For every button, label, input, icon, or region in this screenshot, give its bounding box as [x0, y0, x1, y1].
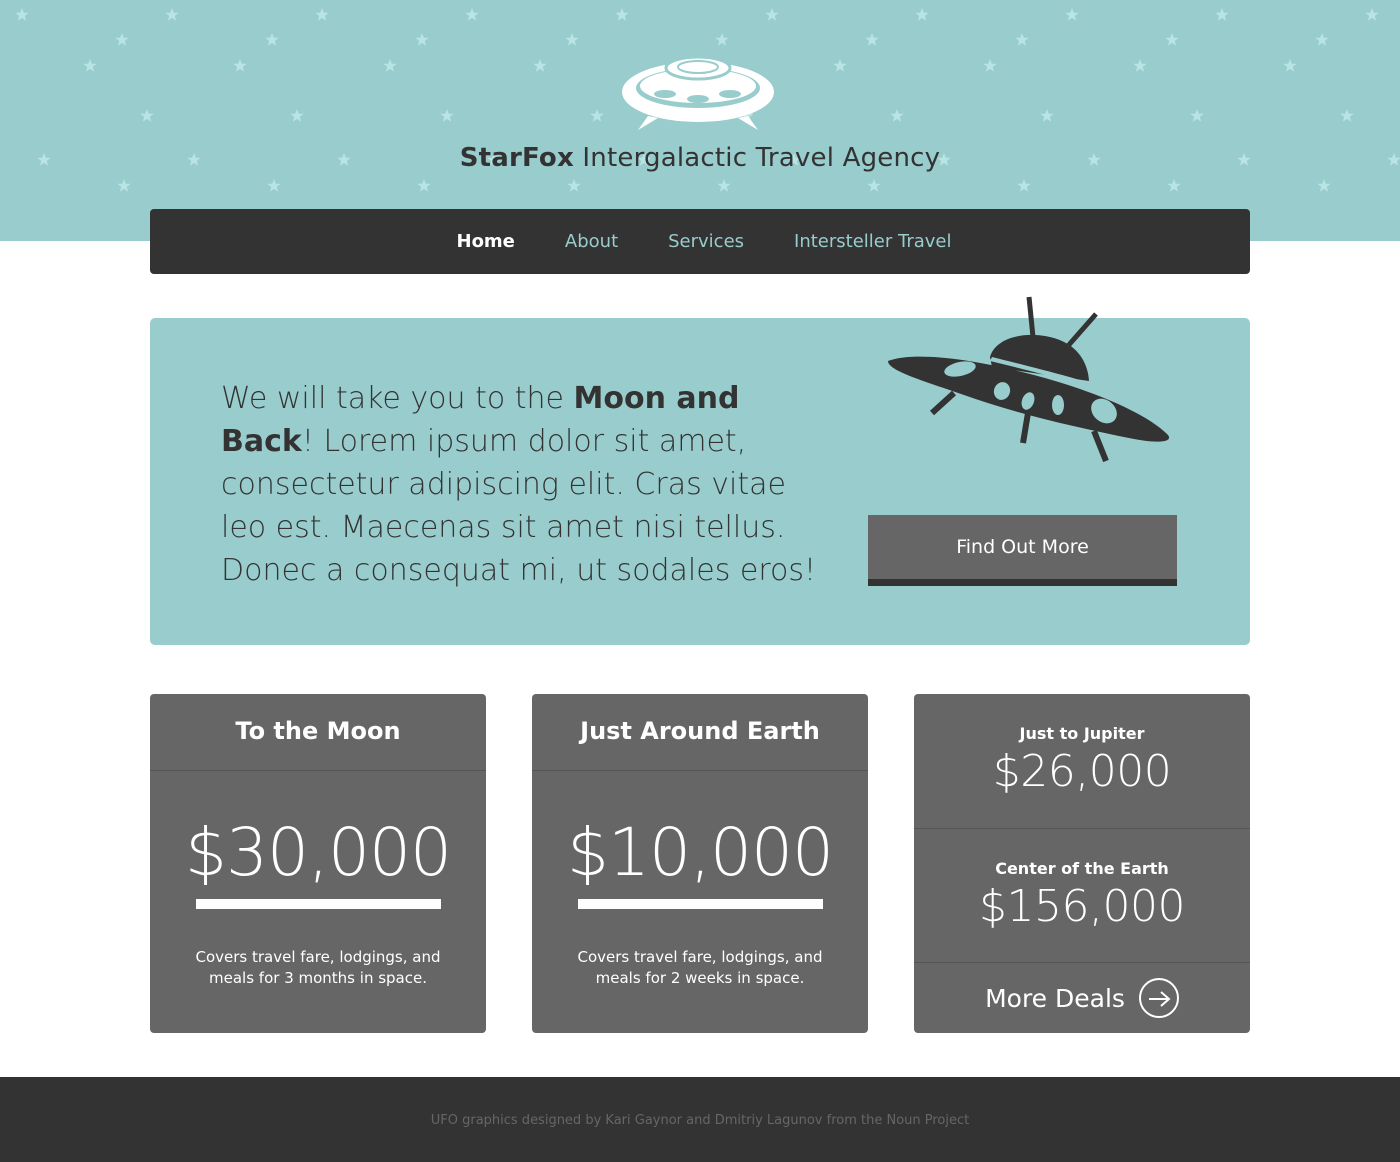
footer: UFO graphics designed by Kari Gaynor and…: [0, 1077, 1400, 1162]
deal-item-center-of-earth[interactable]: Center of the Earth $156,000: [914, 829, 1250, 963]
deals-card: Just to Jupiter $26,000 Center of the Ea…: [914, 694, 1250, 1033]
card-title: Just Around Earth: [532, 694, 868, 771]
card-title: To the Moon: [150, 694, 486, 771]
package-card-moon[interactable]: To the Moon $30,000 Covers travel fare, …: [150, 694, 486, 1033]
deal-name: Just to Jupiter: [1019, 724, 1145, 743]
deal-item-jupiter[interactable]: Just to Jupiter $26,000: [914, 694, 1250, 829]
deal-price: $156,000: [979, 881, 1185, 932]
price-underline: [577, 899, 823, 909]
main-nav: Home About Services Intersteller Travel: [150, 209, 1250, 274]
nav-item-about[interactable]: About: [565, 231, 618, 252]
hero-exclaim: !: [301, 424, 314, 459]
nav-item-home[interactable]: Home: [457, 231, 515, 252]
arrow-right-circle-icon: [1138, 978, 1179, 1018]
card-description: Covers travel fare, lodgings, and meals …: [195, 948, 441, 987]
footer-credit: UFO graphics designed by Kari Gaynor and…: [430, 1113, 970, 1128]
ufo-icon: [622, 55, 774, 130]
more-deals-link[interactable]: More Deals: [914, 963, 1250, 1033]
brand-name: StarFox: [459, 143, 574, 173]
card-description: Covers travel fare, lodgings, and meals …: [577, 948, 823, 987]
hero-text: We will take you to the Moon and Back! L…: [221, 377, 831, 592]
flying-saucer-icon: [888, 296, 1170, 463]
brand-tagline: Intergalactic Travel Agency: [573, 143, 941, 173]
deal-price: $26,000: [992, 746, 1172, 797]
find-out-more-button[interactable]: Find Out More: [868, 515, 1177, 586]
more-deals-label: More Deals: [985, 983, 1125, 1013]
site-title: StarFox Intergalactic Travel Agency: [0, 141, 1400, 175]
card-price: $10,000: [567, 814, 834, 891]
price-underline: [195, 899, 441, 909]
header-banner: StarFox Intergalactic Travel Agency: [0, 0, 1400, 241]
card-price: $30,000: [185, 814, 452, 891]
package-card-earth[interactable]: Just Around Earth $10,000 Covers travel …: [532, 694, 868, 1033]
deal-name: Center of the Earth: [995, 859, 1169, 878]
nav-item-services[interactable]: Services: [668, 231, 744, 252]
nav-item-interstellar-travel[interactable]: Intersteller Travel: [794, 231, 951, 252]
hero-lead: We will take you to the: [221, 381, 574, 416]
